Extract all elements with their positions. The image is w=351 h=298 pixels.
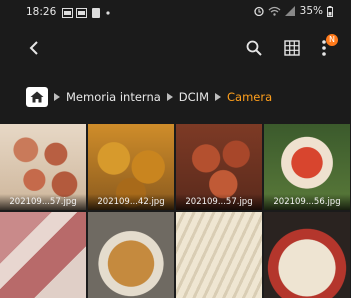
back-arrow-icon (29, 41, 38, 55)
status-right: 35% (254, 5, 333, 17)
status-bar: 18:26 35% (0, 0, 351, 26)
gallery-notification-icon (62, 8, 73, 18)
breadcrumb-separator-icon (215, 93, 221, 101)
gallery-notification-icon (76, 8, 87, 18)
file-thumbnail[interactable] (0, 212, 86, 298)
grid-view-button[interactable] (280, 36, 304, 60)
back-button[interactable] (22, 36, 46, 60)
breadcrumb-item-memoria[interactable]: Memoria interna (66, 90, 161, 104)
file-name: 202109...57.jpg (176, 194, 262, 210)
grid-view-icon (284, 40, 300, 56)
search-button[interactable] (242, 36, 266, 60)
breadcrumb-separator-icon (54, 93, 60, 101)
notification-badge: N (326, 34, 338, 46)
alarm-icon (254, 6, 264, 16)
breadcrumb-item-dcim[interactable]: DCIM (179, 90, 209, 104)
file-thumbnail[interactable]: 202109...56.jpg (264, 124, 350, 210)
badge-label: N (329, 35, 335, 44)
file-grid: 202109...57.jpg 202109...42.jpg 202109..… (0, 124, 351, 298)
wifi-icon (268, 6, 281, 16)
breadcrumb-item-camera[interactable]: Camera (227, 90, 272, 104)
file-thumbnail[interactable] (264, 212, 350, 298)
home-button[interactable] (26, 87, 48, 107)
file-thumbnail[interactable]: 202109...42.jpg (88, 124, 174, 210)
breadcrumb-separator-icon (166, 93, 173, 101)
home-icon (30, 91, 44, 103)
file-thumbnail[interactable]: 202109...57.jpg (176, 124, 262, 210)
app-bar: N (0, 26, 351, 72)
file-name: 202109...57.jpg (0, 194, 86, 210)
breadcrumb: Memoria interna DCIM Camera (26, 86, 272, 108)
file-name: 202109...42.jpg (88, 194, 174, 210)
search-icon (246, 40, 262, 56)
battery-percent: 35% (299, 5, 323, 17)
signal-icon (284, 6, 295, 16)
battery-icon (327, 5, 333, 17)
status-time: 18:26 (26, 6, 57, 18)
file-thumbnail[interactable] (88, 212, 174, 298)
file-notification-icon (92, 8, 100, 18)
file-thumbnail[interactable]: 202109...57.jpg (0, 124, 86, 210)
file-name: 202109...56.jpg (264, 194, 350, 210)
file-thumbnail[interactable] (176, 212, 262, 298)
dot-icon (106, 11, 110, 15)
